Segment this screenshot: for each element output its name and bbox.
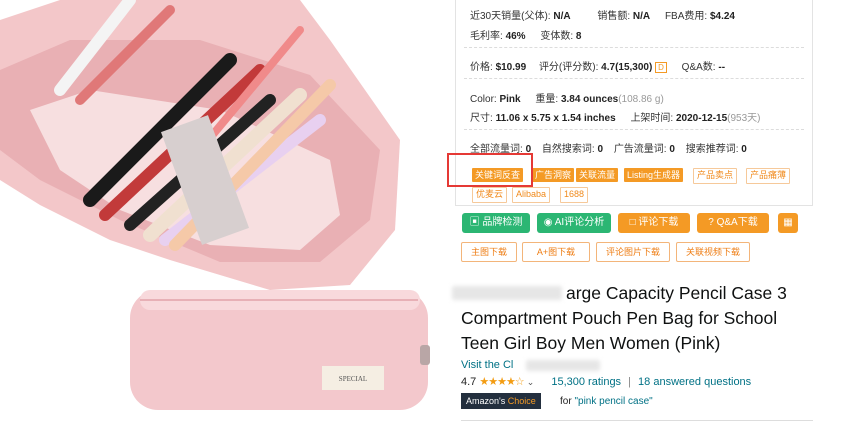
for-text: for bbox=[560, 396, 575, 407]
rating-row: 4.7 ★★★★☆ ⌄ 15,300 ratings | 18 answered… bbox=[461, 375, 751, 388]
rating-label: 评分(评分数): bbox=[538, 62, 599, 73]
traffic-natural-value: 0 bbox=[597, 144, 604, 155]
blurred-store-name bbox=[526, 360, 600, 371]
traffic-ad-label: 广告流量词: bbox=[613, 144, 667, 155]
highlight-box bbox=[447, 153, 533, 187]
section-divider bbox=[461, 420, 813, 421]
ad-insight-tag[interactable]: 广告洞察 bbox=[532, 168, 575, 182]
product-title-line-3: Teen Girl Boy Men Women (Pink) bbox=[461, 333, 721, 353]
review-image-download-button[interactable]: 评论图片下载 bbox=[596, 242, 670, 262]
chat-icon: □ bbox=[629, 217, 636, 228]
stats-row-4: Color: Pink 重量: 3.84 ounces(108.86 g) bbox=[470, 90, 664, 105]
ai-icon: ◉ bbox=[543, 217, 553, 228]
price-value: $10.99 bbox=[495, 62, 527, 73]
star-rating-icon[interactable]: ★★★★☆ bbox=[479, 376, 524, 388]
visit-store-label: Visit the Cl bbox=[461, 359, 514, 371]
revenue-value: N/A bbox=[632, 11, 651, 22]
margin-label: 毛利率: bbox=[470, 31, 503, 42]
size-label: 尺寸: bbox=[470, 113, 493, 124]
question-icon: ? bbox=[708, 217, 714, 228]
stats-row-3: 价格: $10.99 评分(评分数): 4.7(15,300) D Q&A数: … bbox=[470, 58, 725, 73]
product-title-line-1: arge Capacity Pencil Case 3 bbox=[566, 283, 787, 303]
amazons-choice-badge: Amazon's Choice bbox=[461, 393, 541, 409]
listed-value: 2020-12-15 bbox=[676, 113, 728, 124]
ai-review-label: AI评论分析 bbox=[554, 217, 605, 228]
listing-generator-tag[interactable]: Listing生成器 bbox=[624, 168, 684, 182]
product-image[interactable]: SPECIAL bbox=[0, 0, 450, 435]
selling-points-tag[interactable]: 产品卖点 bbox=[693, 168, 738, 184]
main-image-download-button[interactable]: 主图下载 bbox=[461, 242, 517, 262]
ratings-count-link[interactable]: 15,300 ratings bbox=[551, 376, 621, 388]
divider bbox=[464, 47, 804, 48]
aplus-download-button[interactable]: A+图下载 bbox=[522, 242, 590, 262]
brand-check-button[interactable]: ▣ 品牌检测 bbox=[462, 213, 530, 233]
divider bbox=[464, 78, 804, 79]
variants-value: 8 bbox=[575, 31, 582, 42]
case-label-text: SPECIAL bbox=[339, 375, 367, 383]
price-label: 价格: bbox=[470, 62, 493, 73]
qa-download-label: Q&A下载 bbox=[716, 217, 758, 228]
rating-grade-badge[interactable]: D bbox=[655, 62, 667, 73]
1688-tag[interactable]: 1688 bbox=[560, 187, 589, 203]
answered-questions-link[interactable]: 18 answered questions bbox=[638, 376, 751, 388]
product-title-line-2: Compartment Pouch Pen Bag for School bbox=[461, 308, 778, 328]
margin-value: 46% bbox=[505, 31, 526, 42]
rating-divider: | bbox=[628, 376, 631, 388]
size-value: 11.06 x 5.75 x 1.54 inches bbox=[495, 113, 616, 124]
revenue-label: 销售额: bbox=[597, 11, 631, 22]
stats-row-5: 尺寸: 11.06 x 5.75 x 1.54 inches 上架时间: 202… bbox=[470, 109, 761, 124]
alibaba-tag[interactable]: Alibaba bbox=[512, 187, 551, 203]
choice-query-row: for "pink pencil case" bbox=[560, 396, 653, 407]
variants-label: 变体数: bbox=[540, 31, 574, 42]
traffic-natural-label: 自然搜索词: bbox=[541, 144, 595, 155]
traffic-ad-value: 0 bbox=[669, 144, 675, 155]
ai-review-button[interactable]: ◉ AI评论分析 bbox=[537, 213, 611, 233]
sales30-value: N/A bbox=[553, 11, 571, 22]
review-download-label: 评论下载 bbox=[638, 217, 679, 228]
rating-value: 4.7(15,300) bbox=[601, 62, 653, 73]
calculator-icon: ▦ bbox=[783, 217, 793, 228]
pencil-case-illustration: SPECIAL bbox=[0, 0, 430, 410]
brand-check-label: 品牌检测 bbox=[482, 217, 523, 228]
rating-number: 4.7 bbox=[461, 376, 477, 388]
weight-grams: (108.86 g) bbox=[618, 94, 664, 105]
fba-value: $4.24 bbox=[709, 11, 735, 22]
listed-label: 上架时间: bbox=[630, 113, 674, 124]
color-value: Pink bbox=[499, 94, 521, 105]
youmaiyun-tag[interactable]: 优麦云 bbox=[472, 187, 508, 203]
choice-badge-highlight: Choice bbox=[507, 396, 536, 406]
qa-value: -- bbox=[718, 62, 726, 73]
check-icon: ▣ bbox=[469, 217, 480, 228]
color-label: Color: bbox=[470, 94, 497, 105]
qa-label: Q&A数: bbox=[681, 62, 716, 73]
sales30-label: 近30天销量(父体): bbox=[470, 11, 551, 22]
chevron-down-icon[interactable]: ⌄ bbox=[527, 377, 535, 387]
fba-label: FBA费用: bbox=[664, 11, 708, 22]
visit-store-link[interactable]: Visit the Cl bbox=[461, 359, 513, 371]
related-traffic-tag[interactable]: 关联流量 bbox=[576, 168, 619, 182]
traffic-recommend-value: 0 bbox=[741, 144, 747, 155]
traffic-recommend-label: 搜索推荐词: bbox=[685, 144, 739, 155]
choice-query-link[interactable]: "pink pencil case" bbox=[574, 396, 652, 407]
divider bbox=[464, 129, 804, 130]
stats-row-1: 近30天销量(父体): N/A 销售额: N/A FBA费用: $4.24 bbox=[470, 7, 735, 22]
weight-value: 3.84 ounces bbox=[560, 94, 619, 105]
review-download-button[interactable]: □ 评论下载 bbox=[618, 213, 690, 233]
listed-days: (953天) bbox=[727, 113, 761, 124]
pain-points-tag[interactable]: 产品痛薄 bbox=[746, 168, 791, 184]
video-download-button[interactable]: 关联视频下载 bbox=[676, 242, 750, 262]
blurred-brand bbox=[452, 286, 562, 300]
choice-badge-text: Amazon's bbox=[466, 396, 506, 406]
weight-label: 重量: bbox=[535, 94, 559, 105]
qa-download-button[interactable]: ? Q&A下载 bbox=[697, 213, 769, 233]
calculator-button[interactable]: ▦ bbox=[778, 213, 798, 233]
stats-row-2: 毛利率: 46% 变体数: 8 bbox=[470, 27, 581, 42]
